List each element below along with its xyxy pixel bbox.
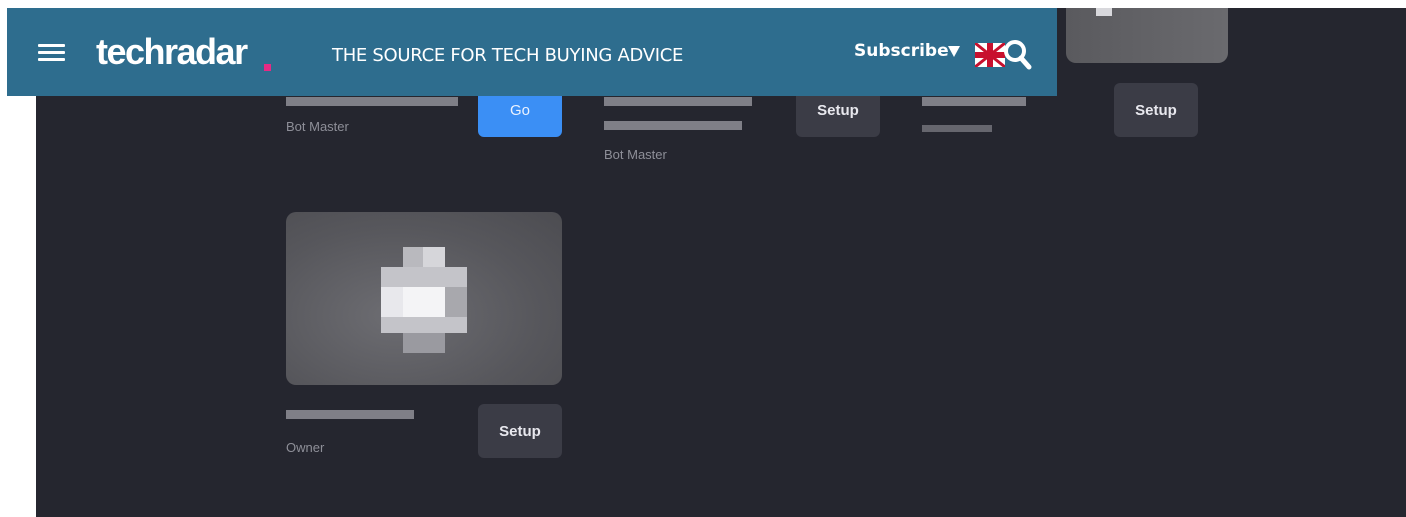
server-role-redacted (922, 125, 992, 132)
menu-icon[interactable] (38, 44, 65, 62)
server-name-redacted (286, 97, 458, 106)
server-role: Bot Master (604, 147, 667, 162)
server-role: Owner (286, 440, 325, 455)
subscribe-link[interactable]: Subscribe (854, 41, 949, 61)
setup-button[interactable]: Setup (1114, 83, 1198, 137)
setup-button[interactable]: Setup (478, 404, 562, 458)
server-card-image (286, 212, 562, 385)
site-tagline: THE SOURCE FOR TECH BUYING ADVICE (332, 45, 684, 66)
search-icon[interactable] (1002, 38, 1032, 70)
site-logo[interactable]: techradar (96, 31, 248, 73)
pixelated-avatar (1096, 8, 1112, 16)
server-card-image (1066, 8, 1228, 63)
pixelated-avatar (381, 247, 467, 353)
server-role: Bot Master (286, 119, 349, 134)
server-name-redacted (604, 97, 752, 106)
site-header: techradar THE SOURCE FOR TECH BUYING ADV… (7, 8, 1057, 96)
uk-flag-icon[interactable] (975, 43, 1005, 67)
server-name-redacted (286, 410, 414, 419)
server-name-redacted (922, 97, 1026, 106)
caret-down-icon[interactable] (948, 46, 960, 57)
logo-dot (264, 64, 271, 71)
server-name-redacted (604, 121, 742, 130)
